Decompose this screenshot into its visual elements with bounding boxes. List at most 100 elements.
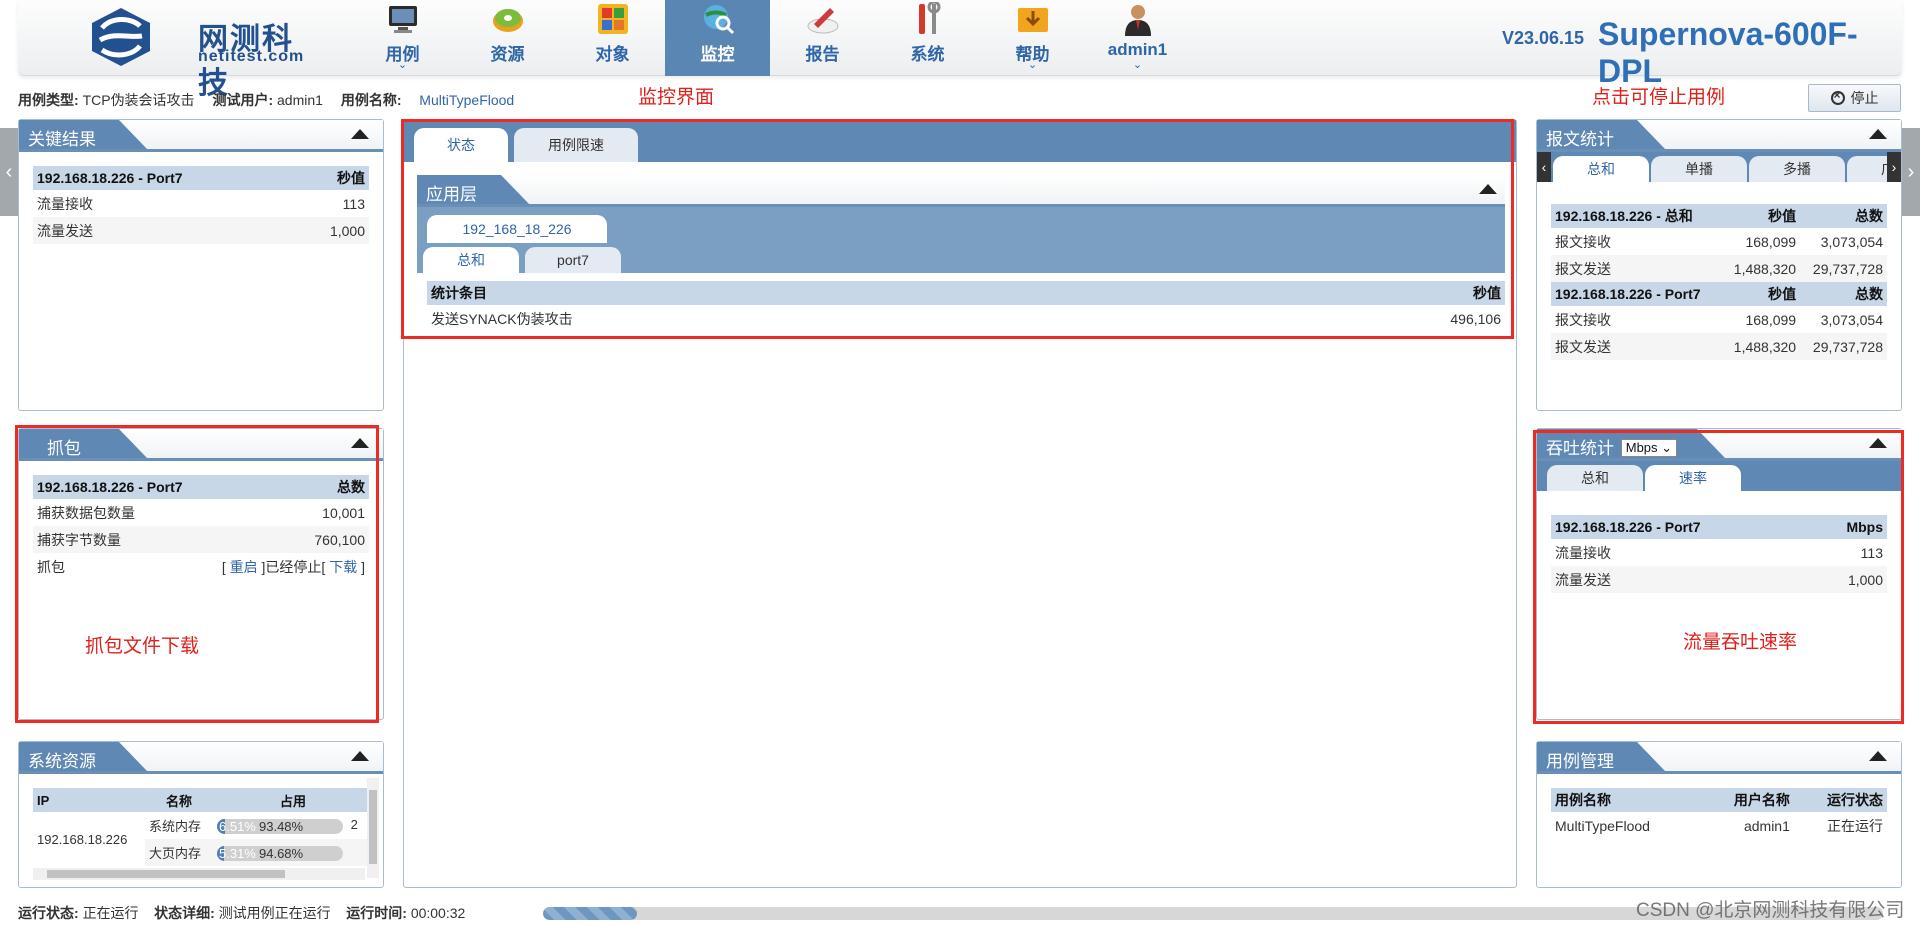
row-value: 1,000 (295, 217, 369, 244)
row-value: 29,737,728 (1800, 333, 1887, 360)
memory-usage-bar: 6.51% 93.48% (217, 818, 343, 834)
blocks-icon (598, 4, 628, 34)
scroll-right-arrow[interactable]: › (1902, 128, 1920, 216)
panel-title: 系统资源 (19, 742, 147, 771)
table-header: IP (33, 788, 145, 812)
panel-header: 吞吐统计 Mbps ⌄ (1537, 429, 1901, 461)
tab-total[interactable]: 总和 (1553, 156, 1649, 182)
case-name-link[interactable]: MultiTypeFlood (419, 92, 514, 108)
row-label: 报文接收 (1555, 233, 1611, 250)
tab-status[interactable]: 状态 (414, 128, 508, 162)
nav-item-help[interactable]: 帮助 ⌄ (980, 0, 1085, 76)
usage-percent: 5.31% (219, 845, 256, 861)
nav-item-objects[interactable]: 对象 (560, 0, 665, 76)
case-name-label: 用例名称: (340, 92, 402, 108)
row-label: 流量接收 (1555, 544, 1611, 561)
stop-button[interactable]: 停止 (1808, 84, 1901, 112)
panel-header: 用例管理 (1537, 742, 1901, 774)
tab-total[interactable]: 总和 (423, 247, 519, 273)
table-header: 秒值 (1201, 281, 1505, 305)
tools-icon (919, 2, 941, 34)
monitor-tabs: 状态 用例限速 (404, 120, 1516, 162)
tab-rate[interactable]: 速率 (1645, 465, 1741, 491)
folder-download-icon (1018, 8, 1048, 32)
nav-item-user[interactable]: admin1 ⌄ (1085, 0, 1190, 76)
tab-unicast[interactable]: 单播 (1651, 156, 1747, 182)
scrollbar-thumb[interactable] (47, 870, 285, 878)
table-header: 用例名称 (1551, 788, 1701, 812)
state-detail-value: 测试用例正在运行 (218, 905, 331, 921)
app-layer-section: 应用层 192_168_18_226 总和 port7 统计条目 秒值 发送SYN… (417, 175, 1505, 332)
table-header: 用户名称 (1700, 788, 1794, 812)
top-navigation-bar: 网测科技 netitest.com 用例 ⌄ 资源 对象 监控 报告 系统 帮助… (18, 0, 1902, 101)
row-label: 报文发送 (1551, 255, 1722, 282)
row-value: 1,488,320 (1721, 333, 1801, 360)
run-progress-fill (543, 907, 637, 920)
row-label: 流量发送 (1551, 566, 1812, 593)
throughput-panel: 吞吐统计 Mbps ⌄ 总和 速率 192.168.18.226 - Port7… (1536, 428, 1902, 720)
nav-item-report[interactable]: 报告 (770, 0, 875, 76)
collapse-arrow-icon[interactable] (351, 129, 369, 139)
row-label: 报文接收 (1555, 311, 1611, 328)
horizontal-scrollbar[interactable] (33, 868, 365, 880)
table-header: 占用 (213, 788, 373, 812)
system-resources-panel: 系统资源 IP 名称 占用 192.168.18.226 系统内存 6.51% … (18, 741, 384, 888)
table-header: 秒值 (1721, 282, 1801, 306)
scrollbar-thumb[interactable] (369, 790, 377, 864)
tab-port7[interactable]: port7 (525, 247, 621, 273)
nav-item-monitor[interactable]: 监控 (665, 0, 770, 76)
free-percent: 94.68% (259, 845, 304, 861)
annotation-capture: 抓包文件下载 (85, 636, 200, 657)
download-capture-link[interactable]: 下载 (329, 559, 357, 575)
nav-item-cases[interactable]: 用例 ⌄ (350, 0, 455, 76)
case-name-link[interactable]: MultiTypeFlood (1551, 812, 1701, 839)
state-detail-label: 状态详细: (154, 905, 215, 921)
collapse-arrow-icon[interactable] (351, 751, 369, 761)
packet-stats-table: 192.168.18.226 - 总和 秒值 总数 报文接收 168,099 3,073… (1551, 204, 1887, 360)
unit-select[interactable]: Mbps ⌄ (1620, 439, 1678, 457)
scroll-left-arrow[interactable]: ‹ (0, 128, 18, 216)
table-header: 192.168.18.226 - Port7 (1551, 515, 1812, 539)
panel-title: 吞吐统计 Mbps ⌄ (1537, 429, 1725, 458)
tab-rate-limit[interactable]: 用例限速 (514, 128, 638, 162)
restart-capture-link[interactable]: 重启 (230, 559, 258, 575)
nav-item-system[interactable]: 系统 (875, 0, 980, 76)
monitor-main-panel: 状态 用例限速 应用层 192_168_18_226 总和 port7 统计条目… (403, 119, 1517, 888)
collapse-arrow-icon[interactable] (1869, 438, 1887, 448)
vertical-scrollbar[interactable] (367, 778, 379, 878)
row-label: 发送SYNACK伪装攻击 (431, 310, 573, 327)
collapse-arrow-icon[interactable] (1479, 184, 1497, 194)
nav-label: 对象 (595, 45, 630, 64)
nav-label: 资源 (490, 45, 525, 64)
bracket: ] (361, 558, 365, 575)
table-header: 秒值 (1721, 204, 1801, 228)
tab-host[interactable]: 192_168_18_226 (427, 215, 607, 243)
row-value: 1,000 (1811, 566, 1887, 593)
disc-icon (493, 9, 523, 32)
collapse-arrow-icon[interactable] (1869, 751, 1887, 761)
test-user-value: admin1 (277, 92, 323, 108)
table-header: 192.168.18.226 - Port7 (33, 166, 296, 190)
tab-scroll-left[interactable]: ‹ (1537, 152, 1551, 182)
throughput-table: 192.168.18.226 - Port7 Mbps 流量接收 113 流量发送 1… (1551, 515, 1887, 593)
unit-select-value: Mbps (1625, 440, 1658, 455)
logo-icon (92, 8, 150, 66)
chevron-down-icon: ⌄ (397, 59, 408, 71)
tab-multicast[interactable]: 多播 (1749, 156, 1845, 182)
packet-tabs: ‹ 总和 单播 多播 广播 › (1537, 152, 1901, 182)
case-info-bar: 用例类型: TCP伪装会话攻击 测试用户: admin1 用例名称: Multi… (18, 90, 514, 110)
collapse-arrow-icon[interactable] (351, 438, 369, 448)
logo-name-en: netitest.com (198, 48, 305, 65)
nav-item-resources[interactable]: 资源 (455, 0, 560, 76)
version-label: V23.06.15 (1502, 28, 1585, 48)
tab-total[interactable]: 总和 (1547, 465, 1643, 491)
company-logo: 网测科技 netitest.com (68, 6, 303, 101)
system-resources-table: IP 名称 占用 192.168.18.226 系统内存 6.51% 93.48… (33, 788, 373, 866)
main-nav: 用例 ⌄ 资源 对象 监控 报告 系统 帮助 ⌄ admin1 ⌄ (350, 0, 1190, 76)
row-value: 10,001 (322, 504, 365, 521)
key-results-panel: 关键结果 192.168.18.226 - Port7 秒值 流量接收 113 流量… (18, 119, 384, 411)
tab-scroll-right[interactable]: › (1887, 152, 1901, 182)
collapse-arrow-icon[interactable] (1869, 129, 1887, 139)
row-value: 3,073,054 (1820, 311, 1883, 328)
row-value: 3,073,054 (1820, 233, 1883, 250)
